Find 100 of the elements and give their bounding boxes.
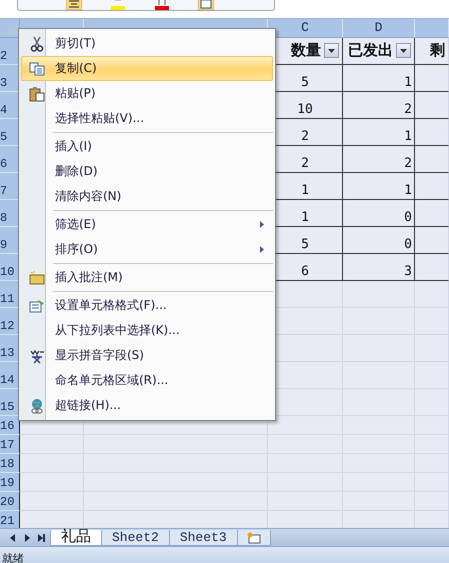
row-header[interactable]: 6 <box>0 146 20 173</box>
spreadsheet-cell[interactable] <box>415 389 449 416</box>
last-sheet-icon[interactable] <box>36 533 46 543</box>
spreadsheet-cell[interactable] <box>20 473 84 492</box>
spreadsheet-cell[interactable] <box>415 362 449 389</box>
filter-dropdown-button[interactable] <box>324 43 339 58</box>
spreadsheet-cell[interactable] <box>415 435 449 454</box>
row-header[interactable]: 8 <box>0 200 20 227</box>
spreadsheet-cell[interactable] <box>415 65 449 92</box>
spreadsheet-cell[interactable] <box>415 173 449 200</box>
spreadsheet-cell[interactable] <box>415 254 449 281</box>
column-header[interactable]: C <box>268 19 343 38</box>
row-header[interactable]: 12 <box>0 308 20 335</box>
row-header[interactable]: 10 <box>0 254 20 281</box>
row-header[interactable]: 19 <box>0 473 20 492</box>
sheet-tab[interactable]: Sheet3 <box>168 530 238 546</box>
menu-item[interactable]: 插入(I) <box>21 134 273 159</box>
spreadsheet-cell[interactable] <box>343 492 415 511</box>
filter-dropdown-button[interactable] <box>396 43 411 58</box>
spreadsheet-cell[interactable] <box>268 454 343 473</box>
spreadsheet-cell[interactable] <box>415 473 449 492</box>
select-all-corner[interactable] <box>0 19 20 38</box>
table-cell: 5 <box>301 237 309 252</box>
table-cell: 1 <box>301 210 309 225</box>
spreadsheet-cell[interactable] <box>415 227 449 254</box>
row-header[interactable]: 21 <box>0 511 20 528</box>
spreadsheet-cell[interactable] <box>415 281 449 308</box>
row-header[interactable]: 11 <box>0 281 20 308</box>
spreadsheet-cell[interactable] <box>343 362 415 389</box>
spreadsheet-cell[interactable] <box>20 454 84 473</box>
globe-link-icon <box>29 398 45 414</box>
menu-item[interactable]: 显示拼音字段(S) <box>21 343 273 368</box>
menu-item[interactable]: 插入批注(M) <box>21 265 273 290</box>
spreadsheet-cell[interactable] <box>415 119 449 146</box>
menu-item[interactable]: 选择性粘贴(V)... <box>21 106 273 131</box>
menu-item[interactable]: 排序(O) <box>21 237 273 262</box>
spreadsheet-cell[interactable] <box>84 492 268 511</box>
align-center-icon[interactable] <box>66 0 82 10</box>
spreadsheet-cell[interactable] <box>415 335 449 362</box>
spreadsheet-cell[interactable] <box>20 435 84 454</box>
menu-item[interactable]: 删除(D) <box>21 159 273 184</box>
row-header[interactable]: 7 <box>0 173 20 200</box>
row-header[interactable]: 2 <box>0 38 20 65</box>
spreadsheet-cell[interactable] <box>343 454 415 473</box>
spreadsheet-cell[interactable] <box>268 435 343 454</box>
row-header[interactable]: 17 <box>0 435 20 454</box>
menu-item[interactable]: 清除内容(N) <box>21 184 273 209</box>
row-header[interactable]: 20 <box>0 492 20 511</box>
row-header[interactable]: 13 <box>0 335 20 362</box>
row-header[interactable]: 4 <box>0 92 20 119</box>
table-cell: 6 <box>301 264 309 279</box>
row-header[interactable]: 15 <box>0 389 20 416</box>
spreadsheet-cell[interactable] <box>415 454 449 473</box>
menu-item[interactable]: 粘贴(P) <box>21 81 273 106</box>
column-header[interactable]: D <box>343 19 415 38</box>
row-header[interactable]: 14 <box>0 362 20 389</box>
next-sheet-icon[interactable] <box>22 533 32 543</box>
spreadsheet-cell[interactable] <box>415 308 449 335</box>
spreadsheet-cell[interactable] <box>415 92 449 119</box>
spreadsheet-cell[interactable] <box>268 492 343 511</box>
sheet-tab[interactable]: 礼品 <box>50 530 102 546</box>
menu-item[interactable]: 筛选(E) <box>21 212 273 237</box>
previous-sheet-icon[interactable] <box>8 533 18 543</box>
spreadsheet-cell[interactable] <box>415 492 449 511</box>
menu-item[interactable]: 复制(C) <box>21 56 273 81</box>
row-header[interactable]: 16 <box>0 416 20 435</box>
spreadsheet-cell[interactable] <box>20 492 84 511</box>
row-header[interactable]: 18 <box>0 454 20 473</box>
row-header[interactable]: 5 <box>0 119 20 146</box>
table-cell: 数量 <box>291 41 321 60</box>
table-cell: 10 <box>297 102 313 117</box>
spreadsheet-cell[interactable] <box>84 435 268 454</box>
spreadsheet-cell[interactable] <box>415 200 449 227</box>
table-cell: 2 <box>301 129 309 144</box>
menu-item[interactable]: 从下拉列表中选择(K)... <box>21 318 273 343</box>
spreadsheet-cell[interactable] <box>343 308 415 335</box>
folder-icon <box>29 270 45 284</box>
new-sheet-icon <box>246 532 262 544</box>
table-cell: 2 <box>301 156 309 171</box>
row-header[interactable]: 3 <box>0 65 20 92</box>
spreadsheet-cell[interactable] <box>343 473 415 492</box>
spreadsheet-cell[interactable] <box>343 435 415 454</box>
spreadsheet-cell[interactable] <box>343 416 415 435</box>
menu-item[interactable]: 设置单元格格式(F)... <box>21 293 273 318</box>
insert-sheet-tab[interactable] <box>236 530 271 546</box>
menu-item[interactable]: 命名单元格区域(R)... <box>21 368 273 393</box>
spreadsheet-cell[interactable] <box>268 473 343 492</box>
spreadsheet-cell[interactable] <box>343 335 415 362</box>
spreadsheet-cell[interactable] <box>343 389 415 416</box>
sheet-tab[interactable]: Sheet2 <box>101 530 170 546</box>
format-icon[interactable] <box>198 0 214 10</box>
row-header[interactable]: 9 <box>0 227 20 254</box>
spreadsheet-cell[interactable] <box>84 454 268 473</box>
spreadsheet-cell[interactable] <box>84 473 268 492</box>
spreadsheet-cell[interactable] <box>415 146 449 173</box>
menu-item[interactable]: 超链接(H)... <box>21 393 273 418</box>
column-header[interactable] <box>415 19 449 38</box>
spreadsheet-cell[interactable] <box>343 281 415 308</box>
font-color-icon[interactable] <box>154 0 170 10</box>
spreadsheet-cell[interactable] <box>415 416 449 435</box>
